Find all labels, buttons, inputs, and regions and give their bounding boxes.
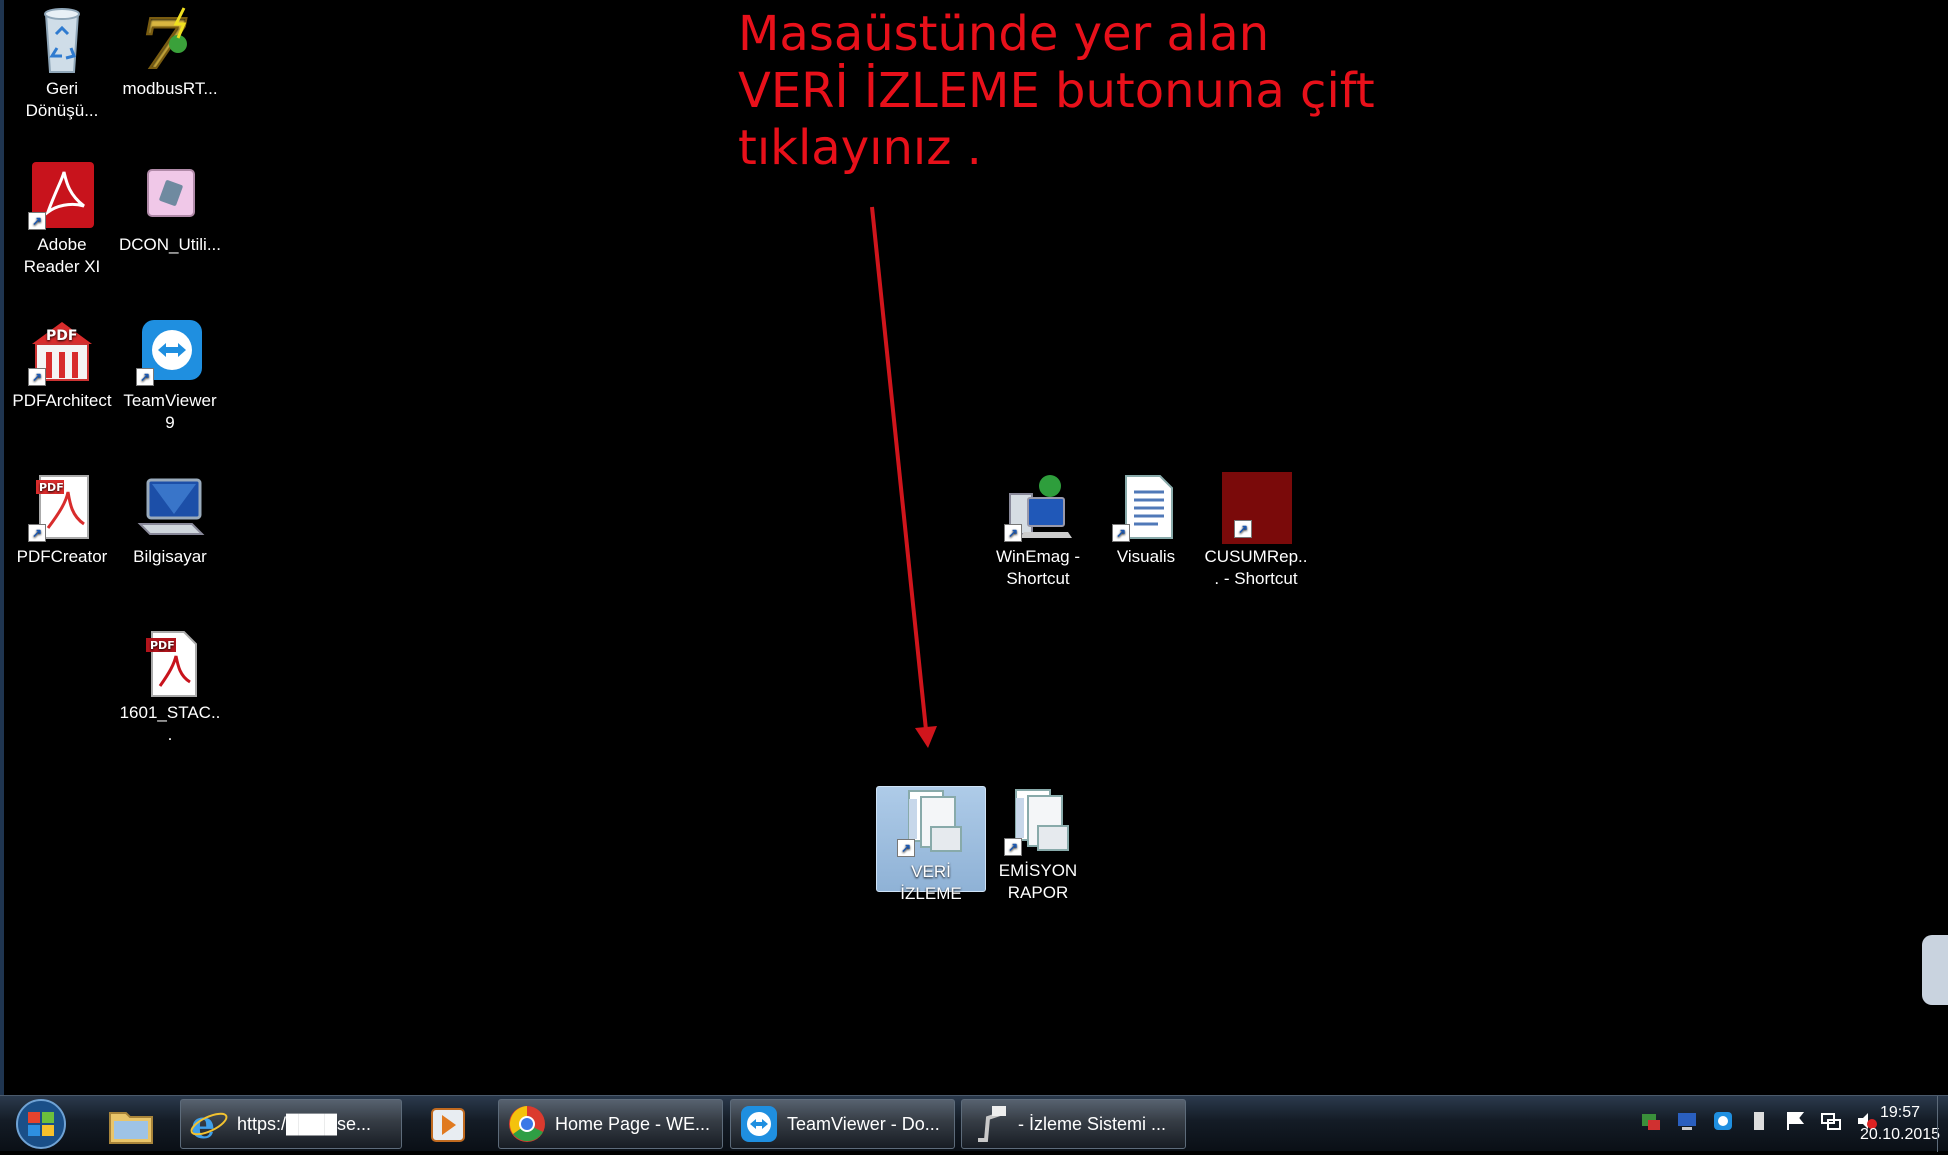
pdf-creator-icon: PDF ↗ [26, 472, 98, 544]
network-status-icon[interactable] [1640, 1110, 1662, 1132]
svg-text:PDF: PDF [46, 328, 77, 344]
desktop-icon-label: DCON_Utili... [118, 235, 221, 254]
desktop-icon-recycle-bin[interactable]: Geri Dönüşü... [8, 4, 116, 122]
desktop-icon-label: 1601_STAC... [119, 703, 221, 744]
desktop-icon-emisyon-rapor[interactable]: ↗ EMİSYON RAPOR [984, 786, 1092, 904]
taskbar-button-izleme-sistemi[interactable]: - İzleme Sistemi ... [961, 1099, 1186, 1149]
pinned-explorer[interactable] [96, 1099, 166, 1149]
dcon-utility-icon [134, 160, 206, 232]
show-desktop-button[interactable] [1937, 1096, 1948, 1152]
desktop-icon-label: Visualis [1116, 547, 1176, 566]
shortcut-arrow-icon: ↗ [1004, 524, 1022, 542]
pinned-media-player[interactable] [414, 1099, 484, 1149]
shortcut-arrow-icon: ↗ [1004, 838, 1022, 856]
shortcut-arrow-icon: ↗ [897, 839, 915, 857]
system-tray [1640, 1110, 1878, 1132]
start-button[interactable] [8, 1098, 74, 1150]
device-icon[interactable] [1748, 1110, 1770, 1132]
action-center-flag-icon[interactable] [1784, 1110, 1806, 1132]
svg-text:PDF: PDF [39, 481, 64, 494]
winemag-icon: ↗ [1002, 472, 1074, 544]
desktop-icon-label: PDFCreator [16, 547, 108, 566]
shortcut-arrow-icon: ↗ [28, 212, 46, 230]
desktop-icon-adobe-reader[interactable]: ↗ Adobe Reader XI [8, 160, 116, 278]
desktop-icon-label: Bilgisayar [133, 547, 207, 566]
shortcut-arrow-icon: ↗ [136, 368, 154, 386]
taskbar-button-label: - İzleme Sistemi ... [1018, 1113, 1167, 1134]
desktop: Masaüstünde yer alan VERİ İZLEME butonun… [0, 0, 1948, 1095]
emisyon-rapor-icon: ↗ [1002, 786, 1074, 858]
svg-text:PDF: PDF [150, 639, 175, 652]
windows-orb-icon [16, 1099, 66, 1149]
cusum-icon: ↗ [1220, 472, 1292, 544]
app-icon [978, 1106, 1006, 1142]
shortcut-arrow-icon: ↗ [1112, 524, 1130, 542]
computer-icon [134, 472, 206, 544]
taskbar-button-teamviewer[interactable]: TeamViewer - Do... [730, 1099, 955, 1149]
desktop-icon-cusum[interactable]: ↗ CUSUMRep... - Shortcut [1202, 472, 1310, 590]
desktop-icon-label: CUSUMRep... - Shortcut [1204, 547, 1308, 588]
desktop-icon-veri-izleme[interactable]: ↗ VERİ İZLEME [876, 786, 986, 903]
taskbar-button-label: TeamViewer - Do... [787, 1113, 940, 1134]
desktop-icon-computer[interactable]: Bilgisayar [116, 472, 224, 568]
media-player-icon [431, 1108, 465, 1142]
shortcut-arrow-icon: ↗ [28, 368, 46, 386]
desktop-icon-winemag[interactable]: ↗ WinEmag - Shortcut [984, 472, 1092, 590]
desktop-icon-visualis[interactable]: ↗ Visualis [1092, 472, 1200, 568]
chrome-icon [509, 1106, 545, 1142]
desktop-icon-pdf-creator[interactable]: PDF ↗ PDFCreator [8, 472, 116, 568]
desktop-icon-label: Geri Dönüşü... [25, 79, 99, 120]
desktop-icon-label: modbusRT... [122, 79, 218, 98]
pdf-architect-icon: PDF ↗ [26, 316, 98, 388]
taskbar-button-label: https:/████se... [237, 1113, 372, 1134]
teamviewer-side-panel-tab[interactable] [1922, 935, 1948, 1005]
desktop-icon-label: TeamViewer 9 [123, 391, 217, 432]
clock-date: 20.10.2015 [1860, 1126, 1941, 1143]
clock-time: 19:57 [1879, 1104, 1921, 1121]
veri-izleme-icon: ↗ [895, 787, 967, 859]
adobe-reader-icon: ↗ [26, 160, 98, 232]
desktop-icon-modbus[interactable]: 7 modbusRT... [116, 4, 224, 100]
network-icon[interactable] [1820, 1110, 1842, 1132]
desktop-icon-teamviewer[interactable]: ↗ TeamViewer 9 [116, 316, 224, 434]
taskbar-button-label: Home Page - WE... [555, 1113, 711, 1134]
shortcut-arrow-icon: ↗ [28, 524, 46, 542]
desktop-icon-dcon-utility[interactable]: DCON_Utili... [116, 160, 224, 256]
teamviewer-tray-icon[interactable] [1712, 1110, 1734, 1132]
desktop-icon-pdf-file[interactable]: PDF 1601_STAC... [116, 628, 224, 746]
display-icon[interactable] [1676, 1110, 1698, 1132]
desktop-icon-label: PDFArchitect [12, 391, 112, 410]
desktop-icon-label: Adobe Reader XI [23, 235, 101, 276]
taskbar-button-internet-explorer[interactable]: e https:/████se... [180, 1099, 402, 1149]
teamviewer-icon: ↗ [134, 316, 206, 388]
taskbar: e https:/████se... Home Page - WE... Tea… [0, 1095, 1948, 1152]
annotation-text: Masaüstünde yer alan VERİ İZLEME butonun… [738, 6, 1375, 176]
desktop-icon-label: WinEmag - Shortcut [995, 547, 1081, 588]
modbus-icon: 7 [134, 4, 206, 86]
pdf-file-icon: PDF [134, 628, 206, 700]
desktop-icon-pdf-architect[interactable]: PDF ↗ PDFArchitect [8, 316, 116, 412]
document-icon: ↗ [1110, 472, 1182, 544]
recycle-bin-icon [26, 4, 98, 76]
desktop-icon-label: EMİSYON RAPOR [998, 861, 1078, 902]
clock[interactable]: 19:57 20.10.2015 [1860, 1102, 1940, 1146]
taskbar-button-chrome[interactable]: Home Page - WE... [498, 1099, 723, 1149]
folder-icon [109, 1112, 153, 1144]
teamviewer-icon [741, 1106, 777, 1142]
desktop-icon-label: VERİ İZLEME [900, 862, 962, 903]
shortcut-arrow-icon: ↗ [1234, 520, 1252, 538]
internet-explorer-icon: e [190, 1104, 228, 1144]
